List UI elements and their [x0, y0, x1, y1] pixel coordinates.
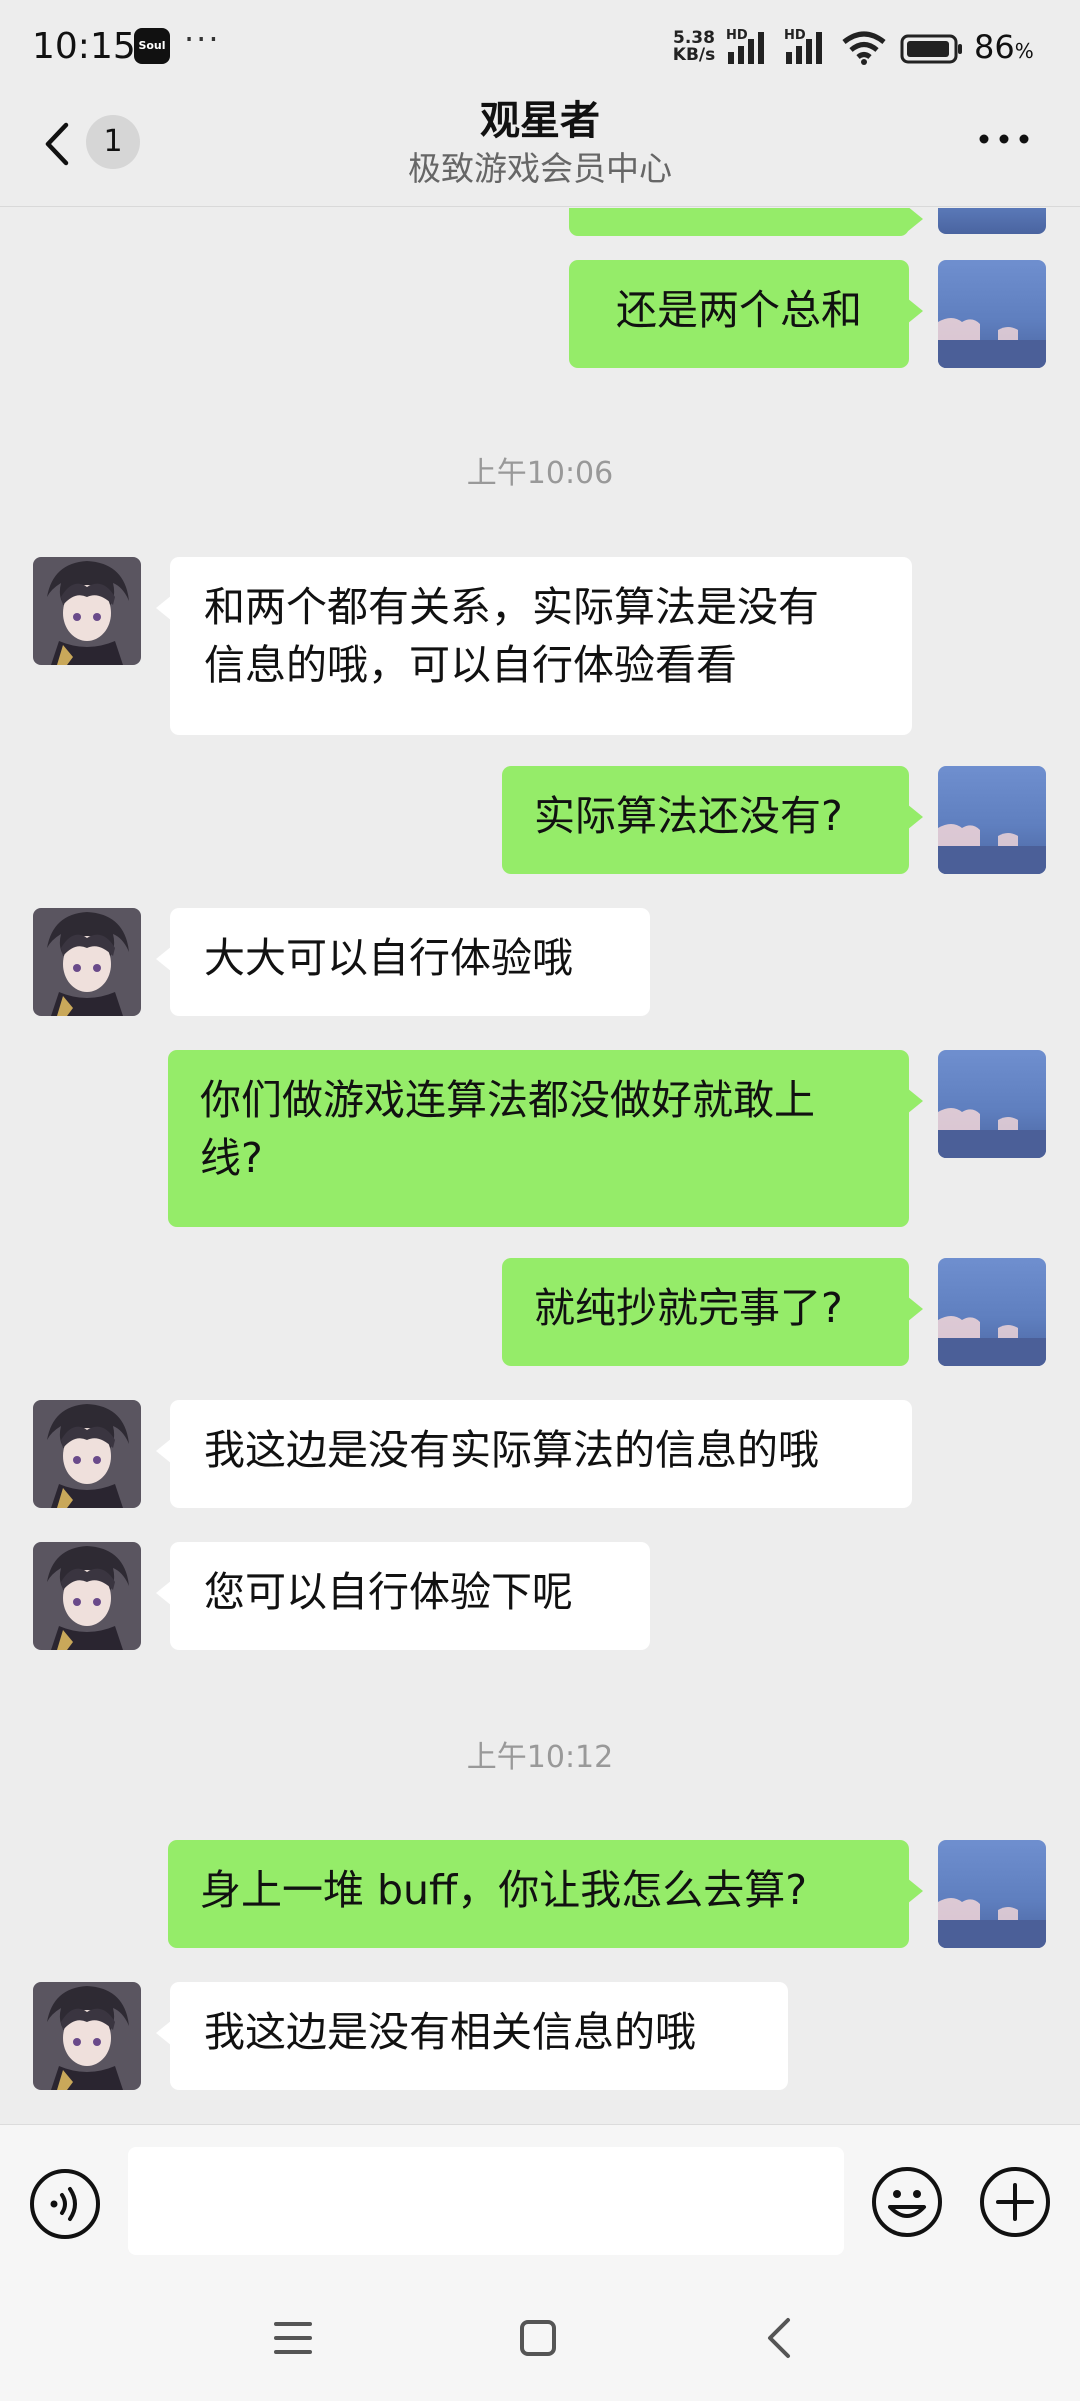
battery-icon — [900, 34, 962, 64]
battery-percent-unit: % — [1014, 39, 1034, 63]
contact-avatar[interactable] — [33, 1542, 141, 1650]
battery-percent: 86% — [974, 28, 1034, 66]
my-avatar[interactable] — [938, 260, 1046, 368]
battery-percent-value: 86 — [974, 28, 1015, 66]
chat-subtitle: 极致游戏会员中心 — [408, 149, 672, 188]
message-list[interactable]: 还是两个总和 上午10:06 和两个都有关系，实际算法是没有 信息的哦，可以自行… — [0, 208, 1080, 2124]
home-icon[interactable] — [518, 2318, 558, 2358]
message-bubble-outgoing[interactable]: 你们做游戏连算法都没做好就敢上 线? — [168, 1050, 923, 1227]
message-bubble-incoming[interactable]: 我这边是没有相关信息的哦 — [156, 1982, 788, 2090]
status-time: 10:15 — [32, 26, 136, 67]
message-bubble-outgoing[interactable]: 身上一堆 buff，你让我怎么去算? — [168, 1840, 923, 1948]
message-line: 信息的哦，可以自行体验看看 — [204, 641, 737, 689]
message-bubble-incoming[interactable]: 我这边是没有实际算法的信息的哦 — [156, 1400, 912, 1508]
message-bubble-incoming[interactable]: 和两个都有关系，实际算法是没有 信息的哦，可以自行体验看看 — [156, 557, 912, 735]
message-bubble-incoming[interactable]: 您可以自行体验下呢 — [156, 1542, 650, 1650]
signal-icon-2 — [786, 32, 822, 64]
system-nav-bar — [0, 2276, 1080, 2401]
message-bubble-outgoing[interactable] — [569, 208, 923, 236]
signal-icon — [728, 32, 764, 64]
soul-app-icon: Soul — [134, 28, 170, 64]
input-bar — [0, 2124, 1080, 2276]
message-bubble-outgoing[interactable]: 就纯抄就完事了? — [502, 1258, 923, 1366]
message-line: 线? — [200, 1134, 263, 1182]
recent-apps-icon[interactable] — [272, 2318, 314, 2358]
message-bubble-outgoing[interactable]: 实际算法还没有? — [502, 766, 923, 874]
network-speed: 5.38 KB/s — [670, 30, 718, 64]
message-line: 你们做游戏连算法都没做好就敢上 — [200, 1076, 815, 1124]
wifi-icon — [842, 31, 886, 65]
my-avatar[interactable] — [938, 208, 1046, 234]
voice-input-icon[interactable] — [28, 2167, 102, 2241]
more-options-icon[interactable] — [976, 129, 1032, 149]
contact-avatar[interactable] — [33, 1982, 141, 2090]
chat-title: 观星者 — [480, 98, 600, 144]
message-line: 和两个都有关系，实际算法是没有 — [204, 583, 819, 631]
more-notifications-icon: ··· — [184, 20, 221, 58]
timestamp: 上午10:06 — [466, 456, 614, 491]
contact-avatar[interactable] — [33, 908, 141, 1016]
network-speed-unit: KB/s — [672, 45, 716, 65]
contact-avatar[interactable] — [33, 1400, 141, 1508]
plus-icon[interactable] — [978, 2165, 1052, 2239]
chat-header: 1 观星者 极致游戏会员中心 — [0, 95, 1080, 207]
my-avatar[interactable] — [938, 1050, 1046, 1158]
emoji-icon[interactable] — [870, 2165, 944, 2239]
contact-avatar[interactable] — [33, 557, 141, 665]
nav-back-icon[interactable] — [764, 2316, 794, 2360]
my-avatar[interactable] — [938, 1258, 1046, 1366]
timestamp: 上午10:12 — [466, 1740, 614, 1775]
my-avatar[interactable] — [938, 1840, 1046, 1948]
message-bubble-incoming[interactable]: 大大可以自行体验哦 — [156, 908, 650, 1016]
my-avatar[interactable] — [938, 766, 1046, 874]
message-input[interactable] — [128, 2147, 844, 2255]
status-bar: 10:15 Soul ··· 5.38 KB/s HD HD 86% — [0, 0, 1080, 95]
message-bubble-outgoing[interactable]: 还是两个总和 — [569, 260, 923, 368]
